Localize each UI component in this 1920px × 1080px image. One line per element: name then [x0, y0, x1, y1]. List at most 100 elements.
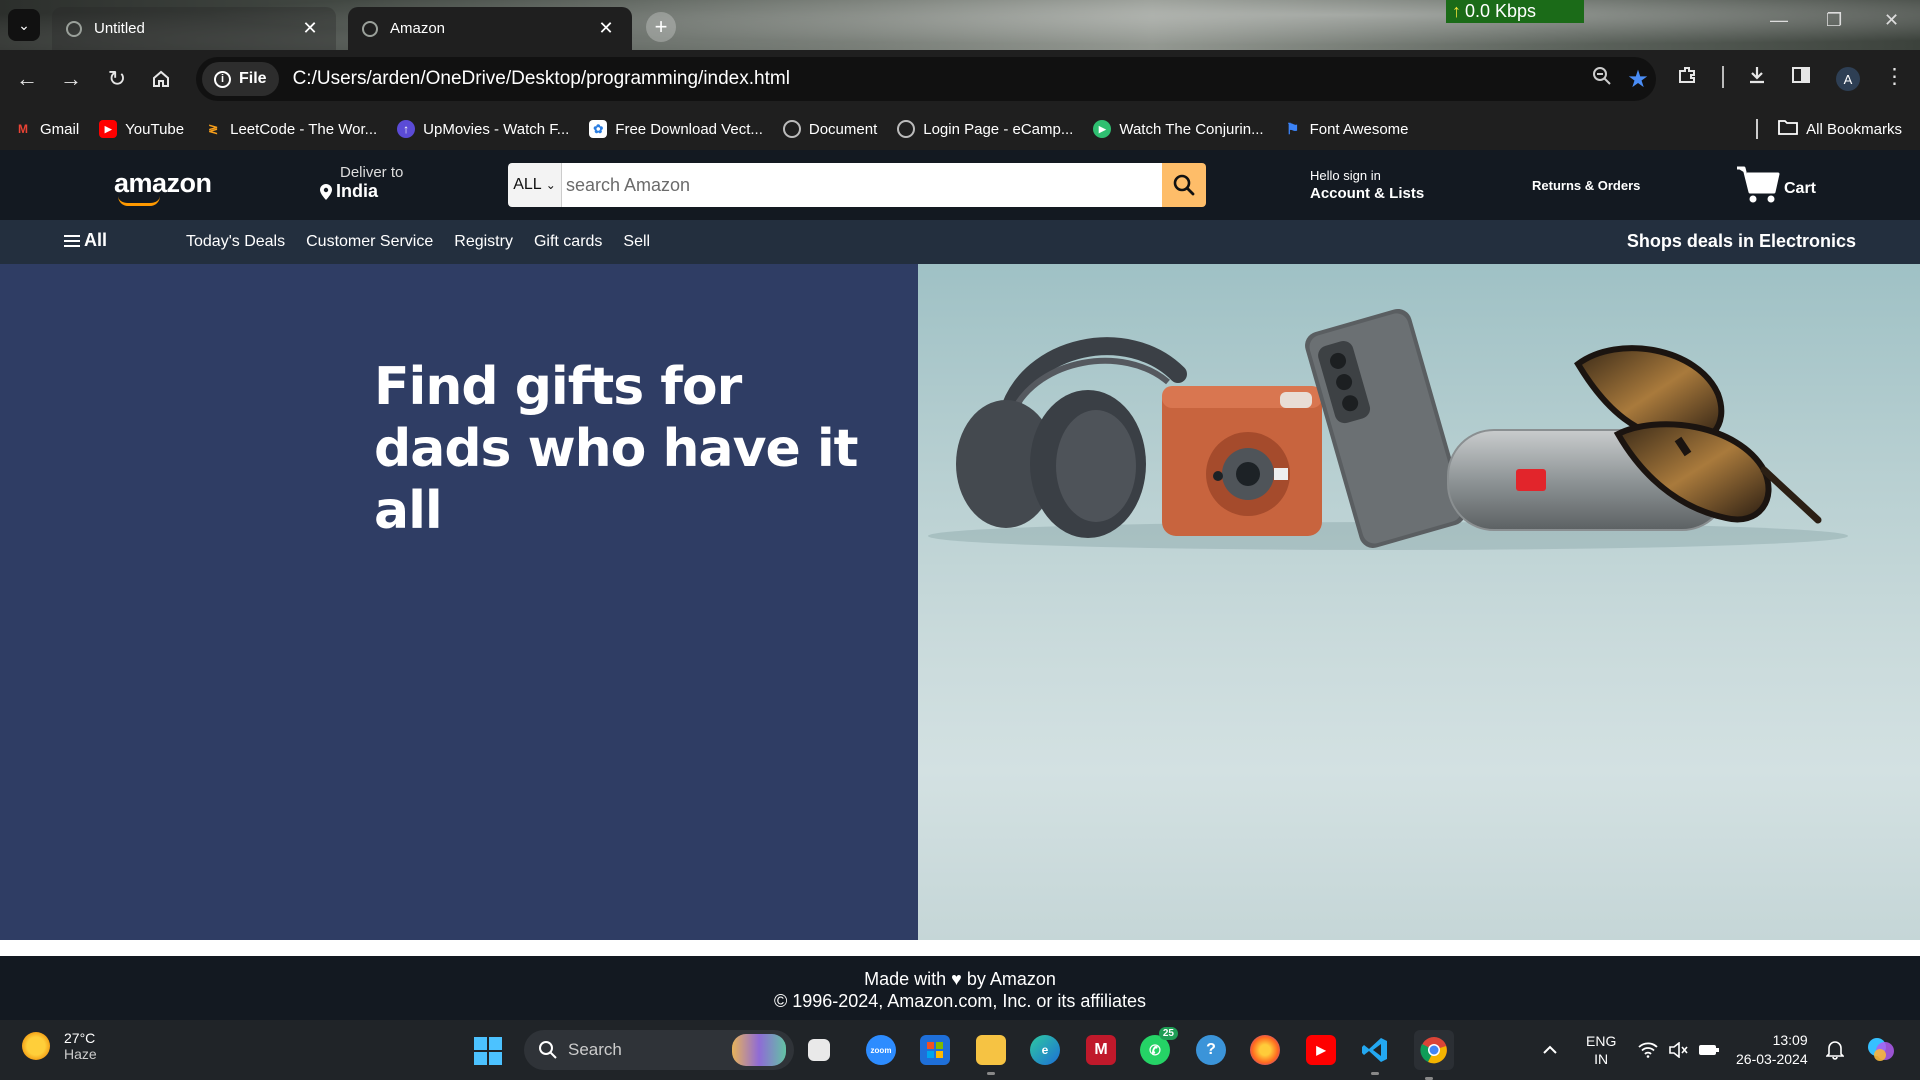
returns-orders[interactable]: Returns & Orders — [1532, 178, 1640, 193]
site-scheme-label: File — [239, 70, 267, 87]
profile-avatar[interactable]: A — [1836, 67, 1860, 91]
upmovies-icon: ↑ — [397, 120, 416, 138]
amazon-logo[interactable]: amazon — [114, 168, 212, 206]
whatsapp-icon[interactable]: ✆ 25 — [1140, 1027, 1178, 1065]
restore-icon[interactable]: ❐ — [1826, 10, 1842, 31]
mcafee-icon[interactable]: M — [1086, 1035, 1116, 1065]
battery-icon[interactable] — [1698, 1020, 1720, 1080]
amazon-footer: Made with ♥ by Amazon © 1996-2024, Amazo… — [0, 956, 1920, 1020]
tab-title: Amazon — [390, 20, 446, 37]
close-window-icon[interactable]: ✕ — [1884, 10, 1899, 31]
page-gap — [0, 940, 1920, 956]
lang-code: ENG — [1586, 1033, 1617, 1049]
file-explorer-icon[interactable] — [976, 1035, 1006, 1075]
globe-icon — [66, 20, 82, 37]
upload-arrow-icon: ↑ — [1452, 1, 1461, 21]
bookmark-youtube[interactable]: ▶ YouTube — [99, 120, 184, 138]
weather-widget[interactable]: 27°C Haze — [22, 1030, 97, 1062]
location-value: India — [336, 181, 379, 201]
notification-bell-icon[interactable] — [1826, 1020, 1844, 1080]
nav-link-gift-cards[interactable]: Gift cards — [534, 233, 602, 251]
bookmark-document[interactable]: Document — [782, 120, 877, 138]
nav-links: Today's Deals Customer Service Registry … — [186, 233, 650, 251]
language-indicator[interactable]: ENG IN — [1586, 1020, 1616, 1080]
all-bookmarks-button[interactable]: All Bookmarks — [1756, 108, 1902, 150]
system-clock[interactable]: 13:09 26-03-2024 — [1736, 1031, 1808, 1069]
extensions-icon[interactable] — [1676, 64, 1698, 92]
folder-icon — [1778, 119, 1799, 139]
youtube-app-icon[interactable]: ▶ — [1306, 1035, 1336, 1065]
microsoft-store-icon[interactable] — [920, 1035, 950, 1065]
cart-button[interactable]: Cart — [1736, 164, 1816, 204]
bookmark-gmail[interactable]: M Gmail — [14, 120, 79, 138]
nav-link-customer-service[interactable]: Customer Service — [306, 233, 433, 251]
search-icon — [1173, 174, 1195, 196]
url-text[interactable]: C:/Users/arden/OneDrive/Desktop/programm… — [293, 68, 1584, 90]
bookmarks-divider — [1756, 119, 1759, 139]
site-info-chip[interactable]: i File — [202, 62, 279, 96]
bookmark-login-page[interactable]: Login Page - eCamp... — [897, 120, 1073, 138]
minimize-icon[interactable]: — — [1770, 10, 1788, 31]
account-lists[interactable]: Hello sign in Account & Lists — [1310, 168, 1424, 202]
weather-temp: 27°C — [64, 1030, 96, 1046]
toolbar-divider — [1722, 66, 1724, 88]
search-button[interactable] — [1162, 163, 1206, 207]
tab-untitled[interactable]: Untitled ✕ — [52, 7, 336, 50]
get-help-icon[interactable]: ? — [1196, 1035, 1226, 1065]
home-icon[interactable] — [146, 64, 176, 94]
bookmark-font-awesome[interactable]: ⚑ Font Awesome — [1284, 120, 1409, 139]
chevron-down-icon: ⌄ — [545, 178, 556, 192]
side-panel-icon[interactable] — [1790, 64, 1812, 92]
tab-title: Untitled — [94, 20, 145, 37]
task-view-icon[interactable] — [808, 1039, 830, 1061]
reload-icon[interactable]: ↻ — [102, 64, 132, 94]
wifi-icon[interactable] — [1638, 1020, 1658, 1080]
nav-link-todays-deals[interactable]: Today's Deals — [186, 233, 285, 251]
products-illustration — [928, 308, 1848, 550]
deliver-to[interactable]: Deliver to India — [320, 164, 403, 202]
nav-link-sell[interactable]: Sell — [623, 233, 650, 251]
search-input[interactable] — [562, 163, 1162, 207]
back-icon[interactable]: ← — [12, 64, 42, 94]
tab-search-button[interactable]: ⌄ — [8, 9, 40, 41]
download-icon[interactable] — [1746, 64, 1768, 92]
youtube-icon: ▶ — [99, 120, 118, 138]
firefox-icon[interactable] — [1250, 1035, 1280, 1065]
bookmark-leetcode[interactable]: ≷ LeetCode - The Wor... — [204, 120, 377, 138]
bookmark-conjuring[interactable]: ▶ Watch The Conjurin... — [1093, 120, 1264, 138]
address-bar[interactable]: i File C:/Users/arden/OneDrive/Desktop/p… — [196, 57, 1656, 101]
copilot-icon[interactable] — [1866, 1020, 1896, 1080]
net-speed-widget: ↑ 0.0 Kbps — [1446, 0, 1584, 23]
zoom-icon[interactable] — [1584, 66, 1620, 92]
show-hidden-icons[interactable] — [1542, 1020, 1558, 1080]
hamburger-icon — [64, 232, 80, 250]
search-icon — [539, 1041, 557, 1059]
bookmark-freepik[interactable]: ✿ Free Download Vect... — [589, 120, 763, 138]
new-tab-button[interactable]: + — [646, 12, 676, 42]
browser-tab-strip: ⌄ Untitled ✕ Amazon ✕ + ↑ 0.0 Kbps — ❐ ✕ — [0, 0, 1920, 50]
menu-kebab-icon[interactable]: ⋮ — [1884, 64, 1905, 89]
all-menu-button[interactable]: All — [64, 230, 107, 251]
electronics-deals-link[interactable]: Shops deals in Electronics — [1627, 231, 1856, 252]
haze-sun-icon — [22, 1032, 50, 1060]
chrome-icon[interactable] — [1414, 1030, 1454, 1080]
location-pin-icon — [320, 183, 332, 200]
vscode-icon[interactable] — [1360, 1035, 1390, 1075]
nav-link-registry[interactable]: Registry — [454, 233, 513, 251]
clock-date: 26-03-2024 — [1736, 1051, 1808, 1067]
search-category-select[interactable]: ALL ⌄ — [508, 163, 562, 207]
close-tab-icon[interactable]: ✕ — [298, 18, 322, 39]
close-tab-icon[interactable]: ✕ — [594, 18, 618, 39]
category-value: ALL — [513, 176, 542, 193]
volume-muted-icon[interactable] — [1668, 1020, 1688, 1080]
zoom-icon[interactable]: zoom — [866, 1035, 896, 1065]
bookmark-star-icon[interactable]: ★ — [1620, 65, 1656, 94]
hero-banner[interactable]: Find gifts for dads who have it all — [0, 264, 1920, 940]
tab-amazon[interactable]: Amazon ✕ — [348, 7, 632, 50]
edge-icon[interactable]: e — [1030, 1035, 1060, 1065]
windows-start-icon[interactable] — [474, 1037, 502, 1065]
forward-icon[interactable]: → — [56, 64, 86, 94]
bookmark-upmovies[interactable]: ↑ UpMovies - Watch F... — [397, 120, 569, 138]
footer-made-with: Made with ♥ by Amazon — [864, 969, 1056, 989]
taskbar-search[interactable]: Search — [524, 1030, 794, 1070]
